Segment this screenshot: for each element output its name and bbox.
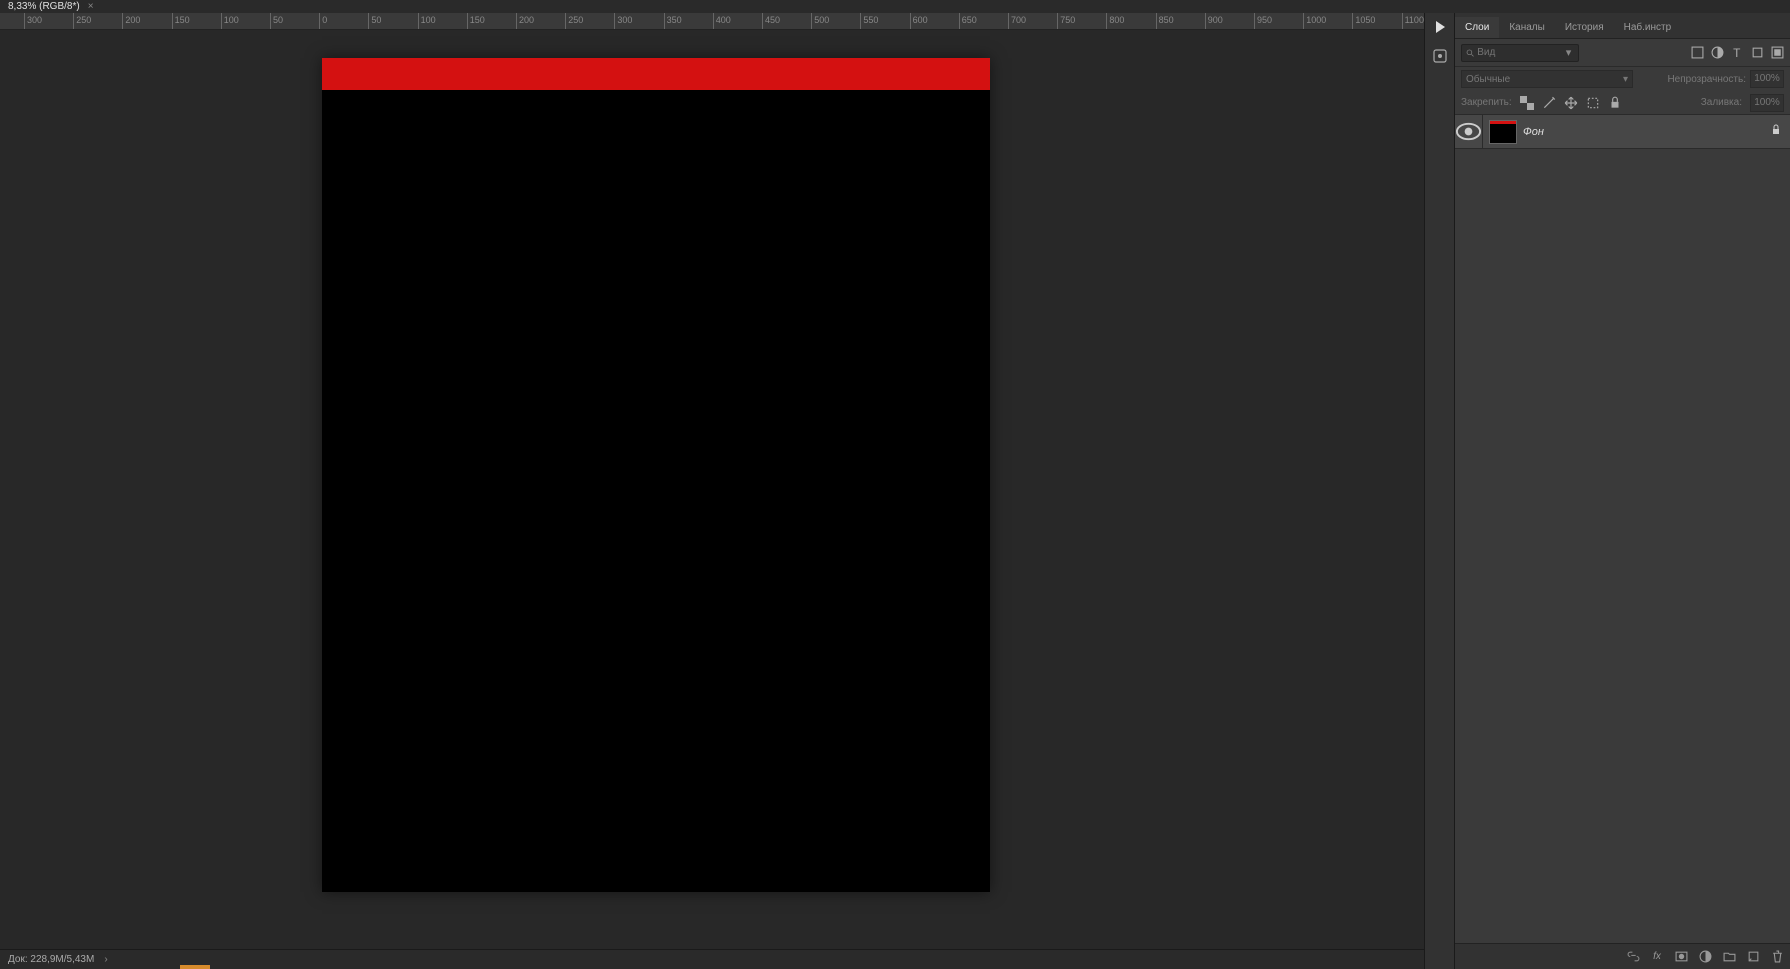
tab-channels[interactable]: Каналы: [1499, 17, 1555, 38]
filter-adjustment-icon[interactable]: [1710, 46, 1724, 60]
layer-thumbnail[interactable]: [1489, 120, 1517, 144]
status-doc-label: Док:: [8, 954, 28, 965]
filter-pixel-icon[interactable]: [1690, 46, 1704, 60]
document-tab-title: 8,33% (RGB/8*): [8, 1, 80, 12]
ruler-tick: 150: [467, 13, 485, 29]
layers-panel: Слои Каналы История Наб.инстр ▾ T Обычны…: [1454, 13, 1790, 969]
ruler-tick: 300: [24, 13, 42, 29]
ruler-tick: 50: [270, 13, 283, 29]
layer-name[interactable]: Фон: [1523, 126, 1544, 138]
canvas-viewport[interactable]: [0, 30, 1424, 949]
status-doc-size: 228,9M/5,43M: [30, 954, 94, 965]
ruler-tick: 450: [762, 13, 780, 29]
ruler-tick: 550: [860, 13, 878, 29]
ruler-tick: 650: [959, 13, 977, 29]
fill-label: Заливка:: [1701, 97, 1742, 108]
ruler-tick: 150: [172, 13, 190, 29]
layer-mask-icon[interactable]: [1674, 950, 1688, 964]
ruler-tick: 750: [1057, 13, 1075, 29]
filter-shape-icon[interactable]: [1750, 46, 1764, 60]
svg-text:T: T: [1733, 46, 1740, 59]
blend-opacity-row: Обычные ▾ Непрозрачность: 100%: [1455, 67, 1790, 91]
ruler-tick: 900: [1205, 13, 1223, 29]
settings-icon[interactable]: [1432, 48, 1448, 67]
collapsed-panel-strip: [1424, 13, 1454, 969]
opacity-input[interactable]: 100%: [1750, 70, 1784, 88]
opacity-label: Непрозрачность:: [1667, 74, 1746, 85]
tab-tool-presets[interactable]: Наб.инстр: [1614, 17, 1682, 38]
canvas[interactable]: [322, 58, 990, 892]
ruler-tick: 350: [664, 13, 682, 29]
document-tab[interactable]: 8,33% (RGB/8*) ×: [0, 0, 102, 13]
document-tab-bar: 8,33% (RGB/8*) ×: [0, 0, 1790, 13]
link-layers-icon[interactable]: [1626, 950, 1640, 964]
ruler-tick: 250: [565, 13, 583, 29]
ruler-tick: 50: [368, 13, 381, 29]
tab-history[interactable]: История: [1555, 17, 1614, 38]
status-orange-indicator: [180, 965, 210, 969]
layer-search-input[interactable]: [1477, 47, 1566, 58]
fill-input[interactable]: 100%: [1750, 94, 1784, 112]
ruler-tick: 700: [1008, 13, 1026, 29]
layer-row[interactable]: Фон: [1455, 115, 1790, 149]
layer-visibility-toggle[interactable]: [1455, 115, 1483, 148]
filter-type-icon[interactable]: T: [1730, 46, 1744, 60]
lock-all-icon[interactable]: [1608, 96, 1622, 110]
lock-fill-row: Закрепить: Заливка: 100%: [1455, 91, 1790, 115]
blend-mode-value: Обычные: [1466, 74, 1510, 85]
ruler-tick: 100: [221, 13, 239, 29]
ruler-tick: 500: [811, 13, 829, 29]
ruler-tick: 250: [73, 13, 91, 29]
layer-style-icon[interactable]: fx: [1650, 950, 1664, 964]
play-icon[interactable]: [1432, 19, 1448, 38]
lock-label: Закрепить:: [1461, 97, 1512, 108]
ruler-tick: 300: [614, 13, 632, 29]
lock-pixels-icon[interactable]: [1542, 96, 1556, 110]
layer-search-box[interactable]: ▾: [1461, 44, 1579, 62]
ruler-tick: 0: [319, 13, 327, 29]
chevron-down-icon: ▾: [1623, 74, 1628, 85]
blend-mode-select[interactable]: Обычные ▾: [1461, 70, 1633, 88]
adjustment-layer-icon[interactable]: [1698, 950, 1712, 964]
status-expand-icon[interactable]: ›: [104, 954, 107, 965]
search-icon: [1466, 48, 1474, 58]
panel-tabs: Слои Каналы История Наб.инстр: [1455, 13, 1790, 39]
chevron-down-icon[interactable]: ▾: [1566, 46, 1574, 59]
ruler-tick: 850: [1156, 13, 1174, 29]
layer-group-icon[interactable]: [1722, 950, 1736, 964]
tab-layers[interactable]: Слои: [1455, 17, 1499, 38]
ruler-tick: 200: [122, 13, 140, 29]
close-icon[interactable]: ×: [88, 1, 94, 12]
delete-layer-icon[interactable]: [1770, 950, 1784, 964]
eye-icon: [1455, 118, 1482, 145]
ruler-tick: 200: [516, 13, 534, 29]
new-layer-icon[interactable]: [1746, 950, 1760, 964]
horizontal-ruler[interactable]: 3002502001501005005010015020025030035040…: [0, 13, 1424, 30]
ruler-tick: 1000: [1303, 13, 1326, 29]
layer-list: Фон: [1455, 115, 1790, 943]
ruler-tick: 100: [418, 13, 436, 29]
ruler-tick: 600: [910, 13, 928, 29]
layer-filter-icons: T: [1690, 46, 1784, 60]
ruler-tick: 1100: [1402, 13, 1424, 29]
lock-icons: [1520, 96, 1622, 110]
canvas-red-strip: [322, 58, 990, 90]
lock-artboard-icon[interactable]: [1586, 96, 1600, 110]
ruler-tick: 1050: [1352, 13, 1375, 29]
ruler-tick: 800: [1106, 13, 1124, 29]
lock-transparent-icon[interactable]: [1520, 96, 1534, 110]
ruler-tick: 950: [1254, 13, 1272, 29]
layers-panel-footer: fx: [1455, 943, 1790, 969]
layer-filter-row: ▾ T: [1455, 39, 1790, 67]
lock-icon[interactable]: [1770, 124, 1782, 139]
filter-smart-icon[interactable]: [1770, 46, 1784, 60]
lock-position-icon[interactable]: [1564, 96, 1578, 110]
ruler-tick: 400: [713, 13, 731, 29]
canvas-area: 3002502001501005005010015020025030035040…: [0, 13, 1424, 969]
workspace: 3002502001501005005010015020025030035040…: [0, 13, 1790, 969]
status-bar: Док: 228,9M/5,43M ›: [0, 949, 1424, 969]
